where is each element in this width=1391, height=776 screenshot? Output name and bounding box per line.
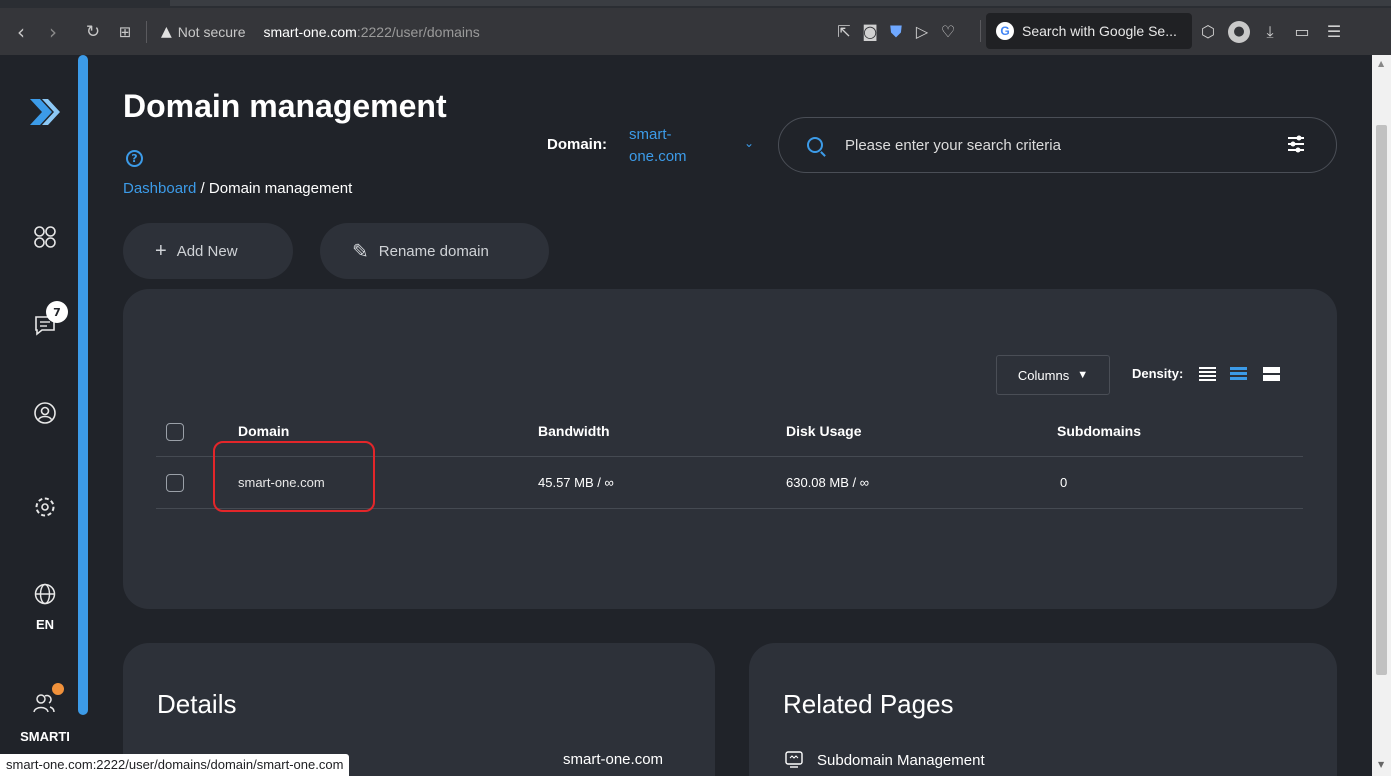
gear-icon <box>35 497 55 517</box>
battery-icon[interactable]: ▭ <box>1290 22 1314 41</box>
add-new-button[interactable]: + Add New <box>123 223 293 279</box>
user-circle-icon <box>34 402 56 424</box>
details-title: Details <box>157 689 237 719</box>
scroll-up-icon[interactable]: ▲ <box>1378 59 1384 68</box>
language-label: EN <box>35 617 55 632</box>
notification-badge: 7 <box>46 301 68 323</box>
related-pages-title: Related Pages <box>783 689 954 719</box>
subdomains-cell: 0 <box>1060 475 1068 490</box>
apps-icon <box>34 226 56 248</box>
chevron-down-icon[interactable]: ⌄ <box>744 136 754 150</box>
disk-usage-cell: 630.08 MB / ∞ <box>786 475 869 490</box>
select-all-checkbox[interactable] <box>166 423 184 441</box>
profile-icon[interactable]: ● <box>1228 20 1250 43</box>
search-input[interactable] <box>845 136 1245 154</box>
page-scrollbar[interactable]: ▲ ▼ <box>1372 55 1391 776</box>
status-bar-link: smart-one.com:2222/user/domains/domain/s… <box>0 754 350 776</box>
density-label: Density: <box>1132 366 1184 381</box>
google-icon: G <box>996 22 1014 40</box>
logo-icon[interactable] <box>26 95 60 129</box>
column-header-domain[interactable]: Domain <box>238 423 289 439</box>
tab-strip <box>0 0 1391 8</box>
pencil-icon: ✎ <box>352 240 369 263</box>
globe-icon <box>34 583 56 605</box>
browser-toolbar: ‹ › ↻ ⊞ ▲ Not secure smart-one.com:2222/… <box>0 8 1391 55</box>
scroll-down-icon[interactable]: ▼ <box>1378 760 1384 769</box>
page-title: Domain management <box>123 88 447 124</box>
density-compact-icon[interactable] <box>1199 367 1216 382</box>
url-path: :2222/user/domains <box>356 23 480 40</box>
details-domain-value: smart-one.com <box>563 751 664 768</box>
row-checkbox[interactable] <box>166 474 184 492</box>
url-host: smart-one.com <box>263 23 357 40</box>
reload-icon[interactable]: ↻ <box>80 22 106 42</box>
sidebar-item-settings[interactable] <box>22 495 68 519</box>
column-header-bandwidth[interactable]: Bandwidth <box>538 423 610 439</box>
share-icon[interactable]: ⇱ <box>832 22 856 41</box>
breadcrumb-dashboard[interactable]: Dashboard <box>123 180 196 197</box>
status-dot <box>50 681 66 697</box>
forward-icon[interactable]: › <box>40 20 66 44</box>
scrollbar-thumb[interactable] <box>1376 125 1387 675</box>
plus-icon: + <box>155 239 167 262</box>
help-icon[interactable]: ? <box>126 150 143 167</box>
search-bar[interactable] <box>778 117 1337 173</box>
toolbar-divider-2 <box>980 20 981 42</box>
rename-domain-button[interactable]: ✎ Rename domain <box>320 223 549 279</box>
send-icon[interactable]: ▷ <box>910 22 934 41</box>
column-header-disk-usage[interactable]: Disk Usage <box>786 423 861 439</box>
density-standard-icon[interactable] <box>1230 367 1247 382</box>
menu-icon[interactable]: ☰ <box>1322 22 1346 41</box>
address-bar[interactable]: smart-one.com:2222/user/domains <box>263 24 479 40</box>
filter-icon[interactable] <box>1286 134 1306 154</box>
sidebar: 7 EN SMARTI <box>0 55 92 776</box>
related-link-label: Subdomain Management <box>817 751 985 769</box>
search-icon <box>807 137 823 153</box>
camera-icon[interactable]: ◙ <box>858 22 882 41</box>
browser-search-box[interactable]: G Search with Google Se... <box>986 13 1192 49</box>
related-pages-card: Related Pages Subdomain Management <box>749 643 1337 776</box>
related-link-subdomain[interactable]: Subdomain Management <box>785 751 985 769</box>
monitor-icon <box>785 751 803 768</box>
warning-icon[interactable]: ▲ <box>161 24 172 40</box>
columns-button[interactable]: Columns ▼ <box>996 355 1110 395</box>
sidebar-item-language[interactable]: EN <box>22 583 68 632</box>
breadcrumb: Dashboard / Domain management <box>123 180 352 197</box>
user-label: SMARTI <box>20 729 70 744</box>
add-new-label: Add New <box>176 242 238 260</box>
download-icon[interactable]: ⤓ <box>1258 22 1282 42</box>
heart-icon[interactable]: ♡ <box>936 22 960 41</box>
annotation-highlight <box>213 441 375 512</box>
browser-search-placeholder: Search with Google Se... <box>1022 23 1177 39</box>
bandwidth-cell: 45.57 MB / ∞ <box>538 475 614 490</box>
breadcrumb-current: Domain management <box>208 180 353 197</box>
sidebar-item-messages[interactable]: 7 <box>22 301 68 337</box>
toolbar-divider <box>146 20 147 43</box>
density-comfortable-icon[interactable] <box>1263 367 1280 382</box>
column-header-subdomains[interactable]: Subdomains <box>1057 423 1141 439</box>
sidebar-item-account[interactable] <box>22 401 68 425</box>
rename-domain-label: Rename domain <box>378 242 489 260</box>
cube-icon[interactable]: ⬡ <box>1196 22 1220 41</box>
vpn-shield-icon[interactable]: ⛊ <box>884 22 908 42</box>
sidebar-item-user[interactable]: SMARTI <box>20 681 70 744</box>
sidebar-scrollbar[interactable] <box>78 55 88 715</box>
columns-label: Columns <box>1017 367 1070 383</box>
domain-select-value[interactable]: smart-one.com <box>629 124 709 168</box>
security-label[interactable]: Not secure <box>178 24 246 40</box>
back-icon[interactable]: ‹ <box>8 20 34 44</box>
sidebar-item-dashboard[interactable] <box>22 225 68 249</box>
breadcrumb-separator: / <box>196 180 209 197</box>
caret-down-icon: ▼ <box>1077 369 1089 381</box>
tab-grid-icon[interactable]: ⊞ <box>112 23 138 41</box>
domain-select-label: Domain: <box>547 136 607 153</box>
